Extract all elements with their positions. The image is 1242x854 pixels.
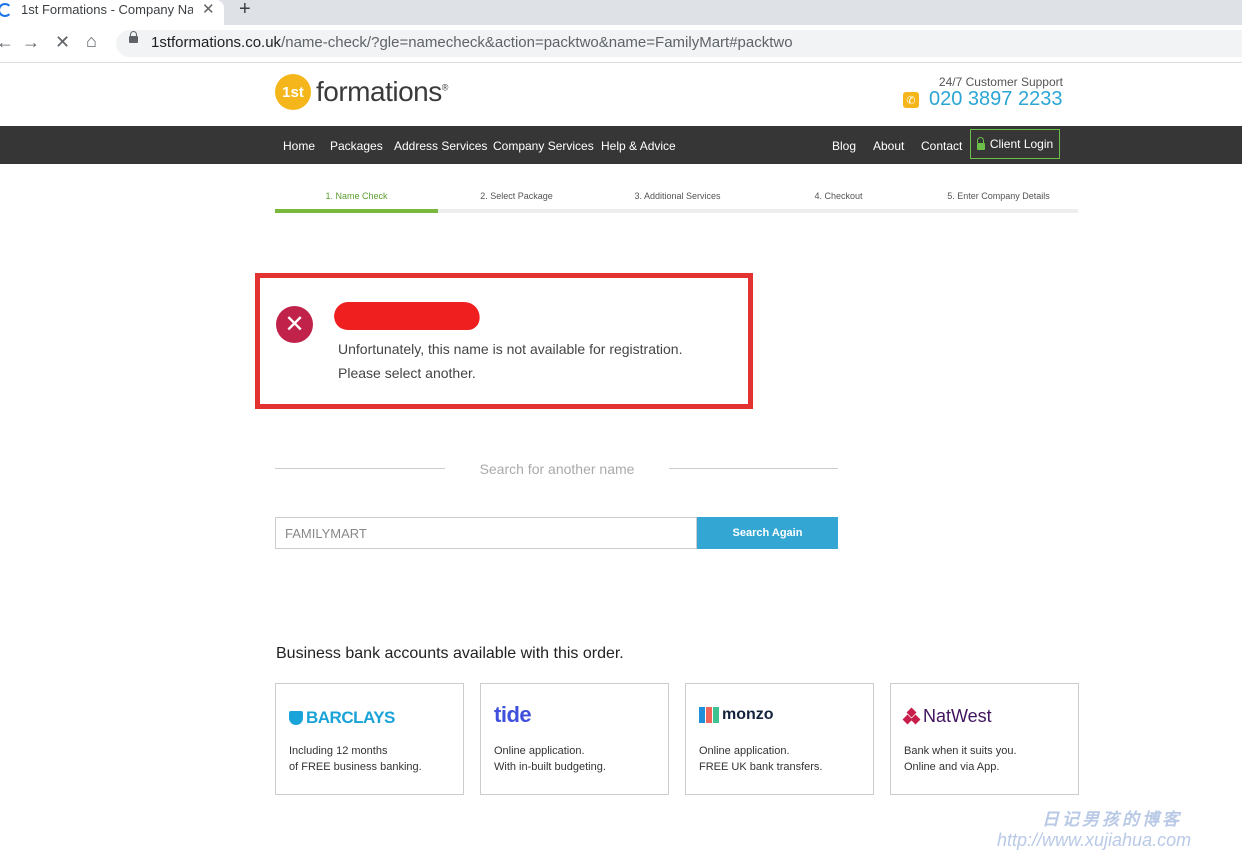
bank-desc-line: Online application.	[494, 745, 585, 757]
bank-desc-line: With in-built budgeting.	[494, 761, 606, 773]
natwest-logo: NatWest	[902, 706, 992, 727]
bank-desc-line: Including 12 months	[289, 745, 388, 757]
bank-description: Bank when it suits you. Online and via A…	[904, 743, 1017, 775]
step-additional-services: 3. Additional Services	[634, 191, 721, 201]
support-label: 24/7 Customer Support	[938, 75, 1063, 89]
watermark-title: 日记男孩的博客	[1042, 810, 1182, 829]
phone-number[interactable]: 020 3897 2233	[929, 88, 1062, 111]
tide-logo: tide	[494, 702, 532, 728]
search-again-button[interactable]: Search Again	[697, 517, 838, 549]
bank-card-tide[interactable]: tide Online application. With in-built b…	[480, 683, 669, 795]
tab-title: 1st Formations - Company Na	[21, 2, 193, 17]
step-name-check: 1. Name Check	[325, 191, 388, 201]
divider-left	[275, 468, 445, 469]
stop-loading-icon[interactable]: ✕	[55, 32, 70, 53]
url-host: 1stformations.co.uk	[151, 34, 282, 51]
url-path: /name-check/?gle=namecheck&action=packtw…	[281, 34, 793, 51]
home-icon[interactable]: ⌂	[86, 31, 97, 52]
search-another-label: Search for another name	[479, 461, 635, 477]
client-login-label: Client Login	[989, 137, 1054, 151]
redacted-company-name	[332, 302, 482, 330]
nav-help-advice[interactable]: Help & Advice	[601, 139, 676, 153]
error-x-icon: ✕	[276, 306, 313, 343]
monzo-logo: monzo	[699, 706, 774, 724]
watermark-url: http://www.xujiahua.com	[997, 830, 1192, 850]
bank-description: Online application. FREE UK bank transfe…	[699, 743, 823, 775]
step-checkout: 4. Checkout	[814, 191, 863, 201]
new-tab-button[interactable]: +	[239, 0, 251, 21]
nav-contact[interactable]: Contact	[921, 139, 962, 153]
bank-desc-line: Bank when it suits you.	[904, 745, 1017, 757]
divider-right	[669, 468, 838, 469]
back-arrow-icon[interactable]: ←	[0, 32, 14, 53]
bank-card-natwest[interactable]: NatWest Bank when it suits you. Online a…	[890, 683, 1079, 795]
registered-mark: ®	[441, 82, 449, 93]
lock-icon	[976, 136, 985, 150]
nav-company-services[interactable]: Company Services	[493, 139, 594, 153]
unavailable-message: Unfortunately, this name is not availabl…	[338, 341, 683, 357]
bank-desc-line: Online and via App.	[904, 761, 1000, 773]
logo-badge[interactable]: 1st	[275, 74, 311, 110]
forward-arrow-icon[interactable]: →	[22, 32, 40, 53]
bank-card-monzo[interactable]: monzo Online application. FREE UK bank t…	[685, 683, 874, 795]
bank-name: NatWest	[923, 706, 992, 726]
barclays-logo: BARCLAYS	[289, 708, 395, 728]
bank-name: tide	[494, 702, 532, 727]
step-select-package: 2. Select Package	[480, 191, 553, 201]
bank-desc-line: Online application.	[699, 745, 790, 757]
nav-blog[interactable]: Blog	[832, 139, 856, 153]
monzo-m-icon	[699, 707, 719, 723]
bank-card-barclays[interactable]: BARCLAYS Including 12 months of FREE bus…	[275, 683, 464, 795]
nav-packages[interactable]: Packages	[330, 139, 383, 153]
client-login-button[interactable]: Client Login	[970, 129, 1060, 159]
nav-home[interactable]: Home	[283, 139, 315, 153]
bank-desc-line: of FREE business banking.	[289, 761, 422, 773]
bank-desc-line: FREE UK bank transfers.	[699, 761, 823, 773]
step-enter-company-details: 5. Enter Company Details	[947, 191, 1050, 201]
lock-icon[interactable]	[129, 31, 138, 43]
loading-spinner-icon	[0, 3, 12, 17]
bank-description: Including 12 months of FREE business ban…	[289, 743, 422, 775]
select-another-message: Please select another.	[338, 365, 476, 381]
company-name-input[interactable]	[275, 517, 697, 549]
natwest-cube-icon	[902, 707, 921, 725]
url-text[interactable]: 1stformations.co.uk/name-check/?gle=name…	[151, 34, 793, 51]
bank-description: Online application. With in-built budget…	[494, 743, 606, 775]
logo-wordmark[interactable]: formations®	[316, 76, 448, 108]
bank-name: BARCLAYS	[306, 708, 395, 727]
progress-fill	[275, 209, 438, 213]
browser-tab[interactable]: 1st Formations - Company Na ✕	[0, 0, 224, 25]
banks-heading: Business bank accounts available with th…	[276, 645, 624, 662]
nav-address-services[interactable]: Address Services	[394, 139, 487, 153]
nav-about[interactable]: About	[873, 139, 904, 153]
close-tab-icon[interactable]: ✕	[202, 0, 215, 18]
eagle-icon	[289, 711, 303, 725]
bank-name: monzo	[722, 706, 774, 723]
phone-icon: ✆	[903, 92, 919, 108]
logo-text: formations	[316, 76, 442, 107]
